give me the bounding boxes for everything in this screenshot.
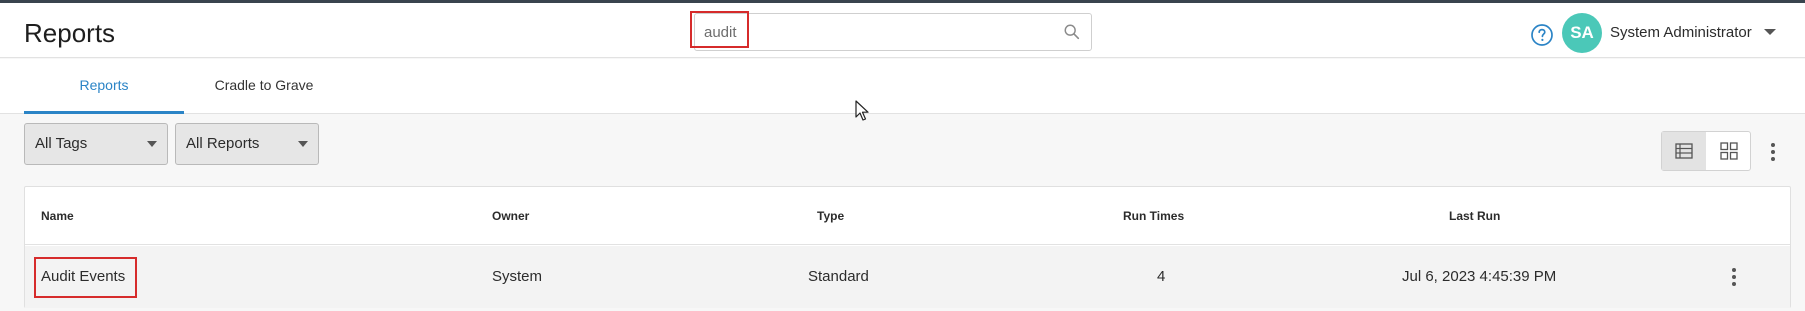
tab-cradle-to-grave[interactable]: Cradle to Grave [184, 59, 344, 114]
page-more-button[interactable] [1764, 139, 1782, 165]
search-icon[interactable] [1063, 23, 1081, 41]
list-view-icon [1675, 143, 1693, 159]
column-header-type[interactable]: Type [817, 209, 844, 223]
tab-bar: Reports Cradle to Grave [0, 59, 1805, 114]
page-title: Reports [24, 18, 116, 48]
more-vertical-icon [1771, 143, 1775, 161]
reports-filter-label: All Reports [186, 135, 260, 152]
table-header: Name Owner Type Run Times Last Run [25, 187, 1790, 245]
grid-view-button[interactable] [1707, 132, 1751, 170]
help-circle-icon[interactable] [1530, 23, 1554, 47]
report-type: Standard [808, 268, 869, 285]
column-header-last-run[interactable]: Last Run [1449, 209, 1500, 223]
avatar[interactable]: SA [1562, 13, 1602, 53]
tags-filter-label: All Tags [35, 135, 88, 152]
caret-down-icon [147, 141, 157, 147]
report-owner: System [492, 268, 543, 285]
reports-table: Name Owner Type Run Times Last Run Audit… [24, 186, 1791, 308]
report-run-times: 4 [1157, 268, 1166, 285]
list-view-button[interactable] [1662, 132, 1706, 170]
app-header: Reports SA System Administrator [0, 3, 1805, 58]
column-header-name[interactable]: Name [41, 209, 74, 223]
user-name[interactable]: System Administrator [1610, 24, 1752, 41]
tags-filter-select[interactable]: All Tags [24, 123, 168, 165]
grid-view-icon [1720, 142, 1738, 160]
report-name-link[interactable]: Audit Events [41, 268, 125, 285]
report-last-run: Jul 6, 2023 4:45:39 PM [1402, 268, 1557, 285]
tab-reports[interactable]: Reports [24, 59, 184, 114]
row-more-button[interactable] [1725, 264, 1743, 290]
table-row[interactable]: Audit Events System Standard 4 Jul 6, 20… [25, 246, 1790, 308]
search-box[interactable] [694, 13, 1092, 51]
mouse-cursor-icon [855, 100, 869, 121]
chevron-down-icon[interactable] [1764, 29, 1776, 35]
view-toggle [1661, 131, 1751, 171]
caret-down-icon [298, 141, 308, 147]
reports-filter-select[interactable]: All Reports [175, 123, 319, 165]
search-input[interactable] [695, 14, 1015, 50]
more-vertical-icon [1732, 268, 1736, 286]
column-header-run-times[interactable]: Run Times [1123, 209, 1184, 223]
column-header-owner[interactable]: Owner [492, 209, 529, 223]
